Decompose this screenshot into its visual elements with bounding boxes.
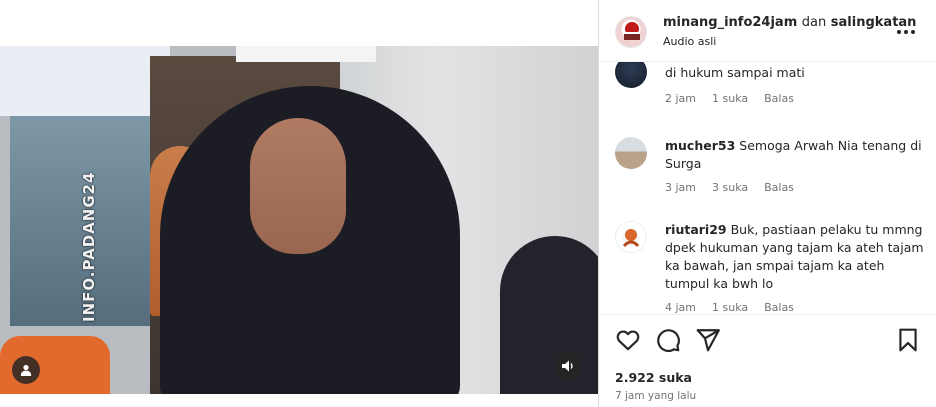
audio-icon bbox=[562, 360, 573, 372]
comment-likes[interactable]: 3 suka bbox=[712, 181, 748, 194]
video-frame-sign bbox=[236, 46, 376, 62]
commenter-avatar[interactable] bbox=[615, 221, 647, 253]
comment-time[interactable]: 2 jam bbox=[665, 92, 696, 105]
video-frame-woman-face bbox=[250, 118, 346, 254]
comment-username[interactable]: mucher53 bbox=[665, 138, 735, 153]
author-avatar[interactable] bbox=[615, 16, 647, 48]
commenter-avatar-graphic bbox=[622, 229, 640, 248]
video-frame-board bbox=[0, 46, 170, 116]
author-username[interactable]: minang_info24jam bbox=[663, 15, 797, 30]
comment-meta: 4 jam 1 suka Balas bbox=[665, 301, 794, 314]
comment-username[interactable]: riutari29 bbox=[665, 222, 727, 237]
audio-toggle-button[interactable] bbox=[554, 352, 582, 380]
comment-body: mucher53 Semoga Arwah Nia tenang di Surg… bbox=[665, 137, 925, 173]
comment-reply-button[interactable]: Balas bbox=[764, 92, 794, 105]
collab-connector: dan bbox=[801, 15, 827, 30]
commenter-avatar[interactable] bbox=[615, 62, 647, 88]
post-time[interactable]: 7 jam yang lalu bbox=[615, 390, 696, 402]
likes-count[interactable]: 2.922 suka bbox=[615, 370, 692, 385]
heart-icon[interactable] bbox=[615, 327, 641, 353]
post-header: minang_info24jam dan salingkatan Audio a… bbox=[599, 0, 936, 62]
avatar-emblem bbox=[625, 22, 639, 32]
comments-list[interactable]: di hukum sampai mati 2 jam 1 suka Balas … bbox=[599, 62, 936, 314]
collaborator-username[interactable]: salingkatan bbox=[831, 15, 917, 30]
tagged-users-button[interactable] bbox=[12, 356, 40, 384]
comment-item: mucher53 Semoga Arwah Nia tenang di Surg… bbox=[615, 137, 925, 197]
bookmark-icon[interactable] bbox=[895, 327, 921, 353]
comment-item: riutari29 Buk, pastiaan pelaku tu mmng d… bbox=[615, 221, 925, 314]
comment-item: di hukum sampai mati 2 jam 1 suka Balas bbox=[615, 62, 925, 116]
more-dot bbox=[911, 30, 915, 34]
comment-text: di hukum sampai mati bbox=[665, 65, 805, 80]
avatar-emblem-base bbox=[624, 34, 640, 40]
user-icon bbox=[20, 364, 32, 376]
comment-reply-button[interactable]: Balas bbox=[764, 301, 794, 314]
media-column: INFO.PADANG24 bbox=[0, 0, 598, 407]
comment-time[interactable]: 3 jam bbox=[665, 181, 696, 194]
video-frame-right-person bbox=[500, 236, 598, 394]
commenter-avatar[interactable] bbox=[615, 137, 647, 169]
comment-reply-button[interactable]: Balas bbox=[764, 181, 794, 194]
more-dot bbox=[904, 30, 908, 34]
comment-body: riutari29 Buk, pastiaan pelaku tu mmng d… bbox=[665, 221, 925, 293]
audio-label[interactable]: Audio asli bbox=[663, 35, 716, 48]
post-authors: minang_info24jam dan salingkatan bbox=[663, 15, 916, 30]
post-panel: minang_info24jam dan salingkatan Audio a… bbox=[598, 0, 936, 407]
comment-icon[interactable] bbox=[655, 327, 681, 353]
comment-meta: 3 jam 3 suka Balas bbox=[665, 181, 794, 194]
more-dot bbox=[897, 30, 901, 34]
comment-likes[interactable]: 1 suka bbox=[712, 92, 748, 105]
action-bar: 2.922 suka 7 jam yang lalu bbox=[599, 314, 936, 407]
more-icon[interactable] bbox=[897, 30, 915, 34]
share-icon[interactable] bbox=[695, 327, 721, 353]
comment-likes[interactable]: 1 suka bbox=[712, 301, 748, 314]
comment-body: di hukum sampai mati bbox=[665, 64, 925, 82]
comment-time[interactable]: 4 jam bbox=[665, 301, 696, 314]
video-watermark: INFO.PADANG24 bbox=[80, 171, 98, 322]
comment-meta: 2 jam 1 suka Balas bbox=[665, 92, 794, 105]
video-bottom-bar bbox=[0, 394, 598, 407]
